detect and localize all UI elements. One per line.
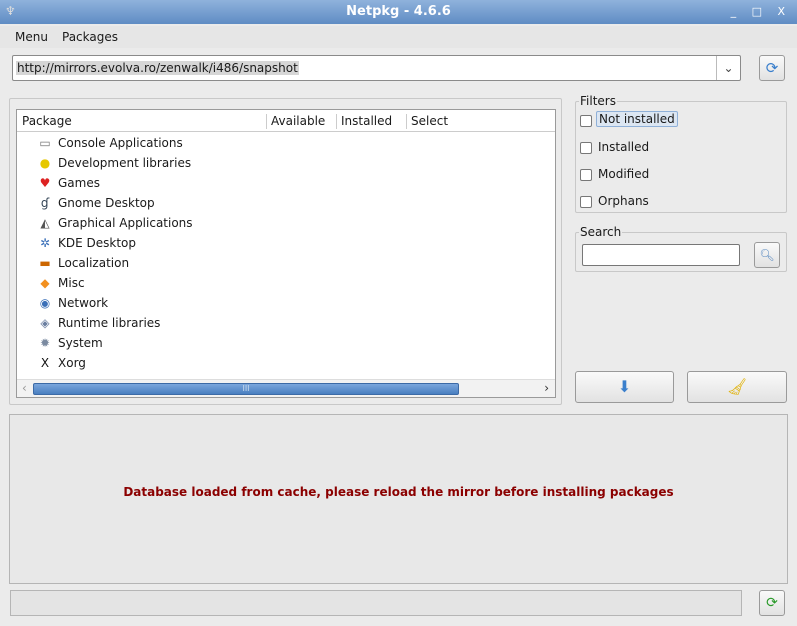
tree-item-label: Misc (58, 276, 85, 290)
search-input[interactable] (582, 244, 740, 266)
broom-icon: 🧹︎ (726, 377, 748, 396)
x-logo-icon: X (40, 356, 50, 370)
mirror-url-text[interactable]: http://mirrors.evolva.ro/zenwalk/i486/sn… (16, 61, 299, 75)
app-icon: ♆ (5, 4, 16, 18)
install-button[interactable]: ⬇ (575, 371, 674, 403)
tree-item[interactable]: ✲ KDE Desktop (37, 233, 136, 253)
chevron-down-icon[interactable]: ⌄ (716, 56, 740, 80)
tree-item-label: Console Applications (58, 136, 183, 150)
search-button[interactable]: 🔍︎ (754, 242, 780, 268)
refresh-icon: ⟳ (765, 59, 779, 77)
search-icon: 🔍︎ (759, 248, 775, 262)
go-icon: ⟳ (766, 595, 778, 611)
tree-item-label: Games (58, 176, 100, 190)
tree-item-label: KDE Desktop (58, 236, 136, 250)
tree-item[interactable]: ◭ Graphical Applications (37, 213, 193, 233)
diamond-icon: ◈ (40, 316, 50, 330)
tree-item[interactable]: ◉ Network (37, 293, 108, 313)
graphics-icon: ◭ (40, 216, 50, 230)
tree-item[interactable]: ▭ Console Applications (37, 133, 183, 153)
scrollbar-thumb[interactable]: III (33, 383, 459, 395)
globe-icon: ◉ (39, 296, 51, 310)
mirror-url-combobox[interactable]: http://mirrors.evolva.ro/zenwalk/i486/sn… (12, 55, 741, 81)
clean-button[interactable]: 🧹︎ (687, 371, 787, 403)
search-title: Search (579, 225, 623, 239)
column-installed[interactable]: Installed (336, 114, 392, 129)
scroll-right-icon[interactable]: › (544, 381, 549, 395)
message-panel: Database loaded from cache, please reloa… (9, 414, 788, 584)
gear-icon: ✹ (39, 336, 51, 350)
tree-item[interactable]: ◆ Misc (37, 273, 85, 293)
title-bar: Netpkg - 4.6.6 (0, 0, 797, 24)
window-title: Netpkg - 4.6.6 (346, 4, 451, 19)
scroll-left-icon[interactable]: ‹ (22, 381, 27, 395)
tree-item[interactable]: X Xorg (37, 353, 86, 373)
cards-icon: ♥ (39, 176, 51, 190)
tree-item[interactable]: ✹ System (37, 333, 103, 353)
tree-item[interactable]: ◈ Runtime libraries (37, 313, 160, 333)
orphans-label[interactable]: Orphans (598, 194, 649, 208)
menu-packages[interactable]: Packages (62, 30, 118, 44)
installed-checkbox[interactable] (580, 142, 592, 154)
orphans-checkbox[interactable] (580, 196, 592, 208)
window-controls[interactable]: _ □ X (731, 0, 791, 24)
gnome-foot-icon: ɠ (40, 196, 50, 210)
tree-item[interactable]: ▬ Localization (37, 253, 129, 273)
tree-item-label: Network (58, 296, 109, 310)
misc-icon: ◆ (40, 276, 50, 290)
column-available[interactable]: Available (266, 114, 325, 129)
terminal-icon: ▭ (39, 136, 51, 150)
filters-title: Filters (579, 94, 617, 108)
library-icon: ● (39, 156, 51, 170)
tree-header: Package Available Installed Select (17, 110, 555, 132)
not-installed-label[interactable]: Not installed (596, 111, 678, 127)
status-message: Database loaded from cache, please reloa… (123, 485, 674, 499)
modified-label[interactable]: Modified (598, 167, 649, 181)
status-bar (10, 590, 742, 616)
search-group: Search 🔍︎ (575, 225, 787, 272)
horizontal-scrollbar[interactable]: ‹ III › (17, 379, 555, 397)
column-package[interactable]: Package (18, 114, 72, 129)
not-installed-checkbox[interactable] (580, 115, 592, 127)
tree-item[interactable]: ɠ Gnome Desktop (37, 193, 155, 213)
tree-item[interactable]: ♥ Games (37, 173, 100, 193)
install-icon: ⬇ (617, 377, 632, 396)
menu-menu[interactable]: Menu (15, 30, 48, 44)
installed-label[interactable]: Installed (598, 140, 649, 154)
column-select[interactable]: Select (406, 114, 448, 129)
tree-item-label: Gnome Desktop (58, 196, 155, 210)
tree-item-label: Graphical Applications (58, 216, 193, 230)
filters-group: Filters Not installed Installed Modified… (575, 94, 787, 213)
menu-bar: Menu Packages (0, 26, 797, 48)
tree-item-label: Development libraries (58, 156, 192, 170)
tree-item[interactable]: ● Development libraries (37, 153, 191, 173)
kde-gear-icon: ✲ (39, 236, 51, 250)
tree-item-label: Localization (58, 256, 130, 270)
flag-icon: ▬ (39, 256, 51, 270)
tree-item-label: Runtime libraries (58, 316, 161, 330)
refresh-mirror-button[interactable]: ⟳ (759, 55, 785, 81)
tree-item-label: Xorg (58, 356, 86, 370)
run-button[interactable]: ⟳ (759, 590, 785, 616)
package-tree[interactable]: Package Available Installed Select ▭ Cons… (16, 109, 556, 398)
modified-checkbox[interactable] (580, 169, 592, 181)
tree-item-label: System (58, 336, 103, 350)
